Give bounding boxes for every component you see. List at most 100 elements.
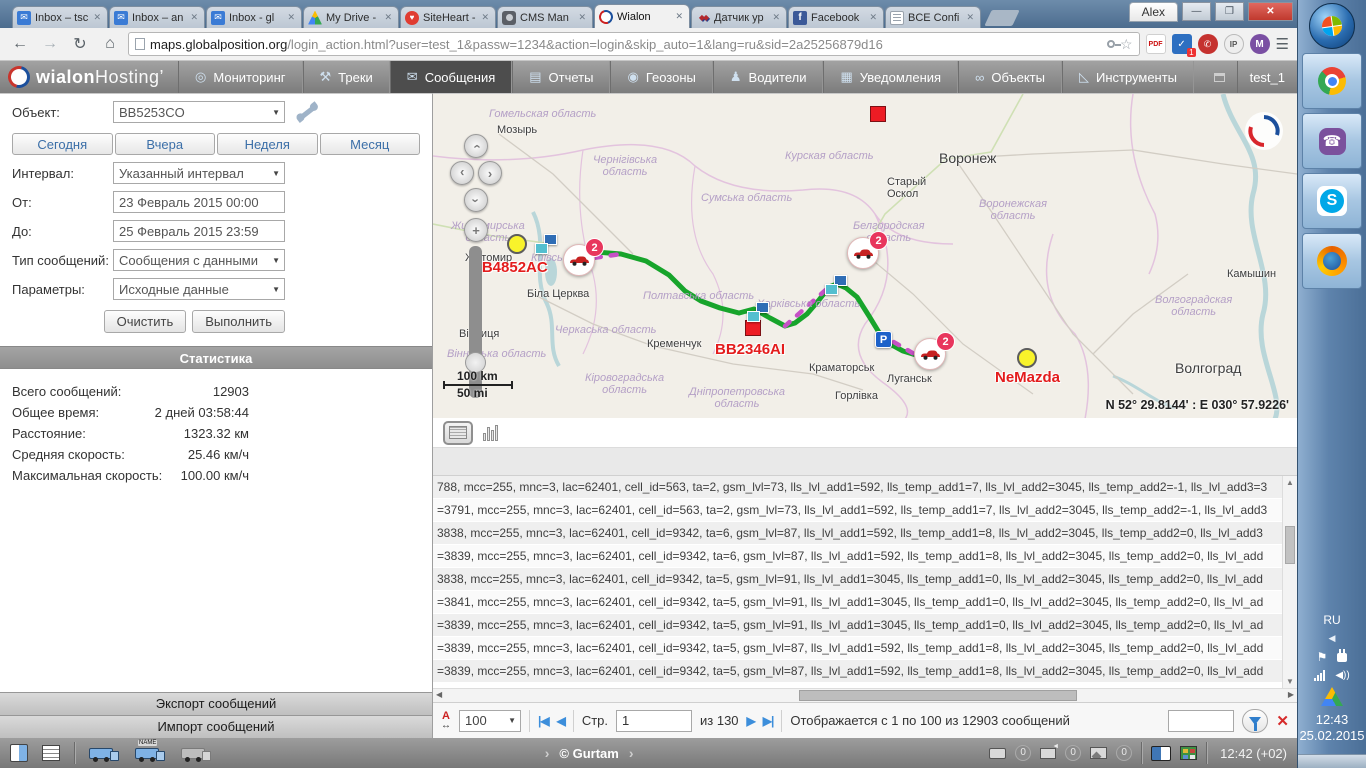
m-extension-icon[interactable]: M (1250, 34, 1270, 54)
nav-item-tracks[interactable]: ⚒Треки (303, 61, 390, 93)
quick-range-button[interactable]: Сегодня (12, 133, 113, 155)
tab-close-icon[interactable]: ✕ (673, 11, 685, 22)
collapse-panel-icon[interactable] (1214, 73, 1225, 82)
pan-right-button[interactable]: › (478, 161, 502, 185)
truck-icon[interactable] (89, 748, 113, 759)
export-messages-button[interactable]: Экспорт сообщений (0, 692, 432, 715)
browser-tab[interactable]: BCE Confi✕ (885, 6, 981, 28)
home-button[interactable]: ⌂ (98, 35, 122, 53)
grid-toggle-icon[interactable] (42, 745, 60, 761)
event-red-square-marker[interactable] (870, 106, 886, 122)
nav-item-drivers[interactable]: ♟Водители (713, 61, 824, 93)
message-row[interactable]: 3838, mcc=255, mnc=3, lac=62401, cell_id… (433, 522, 1282, 545)
tab-close-icon[interactable]: ✕ (479, 12, 491, 23)
tab-close-icon[interactable]: ✕ (964, 12, 976, 23)
apps-grid-icon[interactable] (1180, 746, 1197, 760)
nav-item-notifications[interactable]: ▦Уведомления (823, 61, 958, 93)
message-row[interactable]: =3791, mcc=255, mnc=3, lac=62401, cell_i… (433, 499, 1282, 522)
browser-tab[interactable]: Facebook✕ (788, 6, 884, 28)
import-messages-button[interactable]: Импорт сообщений (0, 715, 432, 738)
close-messages-icon[interactable]: ✕ (1276, 712, 1289, 730)
vehicle-marker[interactable]: 2 (914, 338, 946, 370)
log-book-icon[interactable] (1151, 746, 1171, 761)
pdf-extension-icon[interactable]: PDF (1146, 34, 1166, 54)
nav-item-units[interactable]: ∞Объекты (958, 61, 1062, 93)
browser-tab[interactable]: CMS Man✕ (497, 6, 593, 28)
autofit-columns-icon[interactable]: A↔ (441, 712, 451, 730)
tab-close-icon[interactable]: ✕ (188, 12, 200, 23)
browser-tab[interactable]: Inbox – an✕ (109, 6, 205, 28)
check-extension-icon[interactable]: ✓1 (1172, 34, 1192, 54)
message-row[interactable]: 3838, mcc=255, mnc=3, lac=62401, cell_id… (433, 568, 1282, 591)
scroll-left-icon[interactable]: ◀ (436, 690, 442, 699)
pan-left-button[interactable]: › (450, 161, 474, 185)
message-pin-marker[interactable] (825, 275, 847, 295)
quick-range-button[interactable]: Вчера (115, 133, 216, 155)
clear-button[interactable]: Очистить (104, 310, 187, 333)
taskbar-firefox-button[interactable] (1302, 233, 1362, 289)
start-button[interactable] (1309, 3, 1355, 49)
nav-item-reports[interactable]: ▤Отчеты (512, 61, 610, 93)
from-date-input[interactable]: 23 Февраль 2015 00:00 (113, 191, 285, 213)
nav-item-monitoring[interactable]: ◎Мониторинг (178, 61, 302, 93)
interval-select[interactable]: Указанный интервал (113, 162, 285, 184)
parameters-select[interactable]: Исходные данные (113, 278, 285, 300)
scroll-up-icon[interactable]: ▲ (1283, 478, 1297, 487)
filter-button[interactable] (1242, 709, 1268, 733)
horizontal-scroll-thumb[interactable] (799, 690, 1077, 701)
nav-item-geofences[interactable]: ◉Геозоны (610, 61, 712, 93)
zoom-in-button[interactable]: + (464, 218, 488, 242)
browser-menu-icon[interactable]: ☰ (1276, 35, 1289, 53)
hidden-icons-arrow[interactable]: ◀ (1329, 633, 1336, 644)
message-pin-marker[interactable] (535, 234, 557, 254)
page-size-select[interactable]: 100 (459, 710, 521, 732)
profile-button[interactable]: Alex (1129, 2, 1178, 22)
minimize-button[interactable]: — (1182, 2, 1211, 21)
show-desktop-button[interactable] (1298, 754, 1366, 768)
last-page-button[interactable]: ▶| (763, 714, 774, 728)
prev-page-button[interactable]: ◀ (557, 714, 565, 728)
tab-close-icon[interactable]: ✕ (382, 12, 394, 23)
panel-toggle-icon[interactable] (10, 744, 28, 762)
execute-button[interactable]: Выполнить (192, 310, 285, 333)
quick-range-button[interactable]: Неделя (217, 133, 318, 155)
filter-input[interactable] (1168, 710, 1234, 732)
jobs-icon[interactable] (989, 748, 1006, 759)
current-user[interactable]: test_1 (1237, 61, 1285, 93)
to-date-input[interactable]: 25 Февраль 2015 23:59 (113, 220, 285, 242)
table-view-icon[interactable] (443, 421, 473, 445)
password-key-icon[interactable] (1107, 40, 1115, 48)
scroll-right-icon[interactable]: ▶ (1288, 690, 1294, 699)
taskbar-chrome-button[interactable] (1302, 53, 1362, 109)
truck-name-icon[interactable]: NAME (135, 748, 159, 759)
first-page-button[interactable]: |◀ (538, 714, 549, 728)
message-row[interactable]: =3839, mcc=255, mnc=3, lac=62401, cell_i… (433, 660, 1282, 683)
vertical-scroll-thumb[interactable] (1285, 526, 1295, 564)
close-button[interactable]: ✕ (1248, 2, 1293, 21)
browser-tab[interactable]: Wialon✕ (594, 4, 690, 28)
pan-up-button[interactable]: › (464, 134, 488, 158)
taskbar-skype-button[interactable]: S (1302, 173, 1362, 229)
browser-tab[interactable]: My Drive -✕ (303, 6, 399, 28)
power-plug-icon[interactable] (1337, 653, 1347, 662)
message-pin-marker[interactable] (747, 302, 769, 322)
message-row[interactable]: =3839, mcc=255, mnc=3, lac=62401, cell_i… (433, 614, 1282, 637)
tab-close-icon[interactable]: ✕ (285, 12, 297, 23)
object-select[interactable]: BB5253CO (113, 101, 285, 123)
vehicle-marker[interactable]: 2 (847, 237, 879, 269)
wrench-icon[interactable] (299, 105, 315, 119)
truck-follow-icon[interactable] (181, 748, 205, 759)
message-row[interactable]: 788, mcc=255, mnc=3, lac=62401, cell_id=… (433, 476, 1282, 499)
quick-range-button[interactable]: Месяц (320, 133, 421, 155)
copyright-text[interactable]: © Gurtam (559, 746, 618, 761)
network-icon[interactable] (1314, 670, 1325, 681)
media-icon[interactable] (1090, 747, 1107, 759)
back-button[interactable]: ← (8, 35, 32, 53)
action-center-flag-icon[interactable]: ⚑ (1317, 650, 1328, 664)
map[interactable]: Гомельская областьЧернігівська областьСу… (433, 93, 1297, 418)
message-row[interactable]: =3839, mcc=255, mnc=3, lac=62401, cell_i… (433, 637, 1282, 660)
browser-tab[interactable]: Inbox - gl✕ (206, 6, 302, 28)
tab-close-icon[interactable]: ✕ (91, 12, 103, 23)
message-type-select[interactable]: Сообщения с данными (113, 249, 285, 271)
new-tab-button[interactable] (984, 10, 1019, 26)
